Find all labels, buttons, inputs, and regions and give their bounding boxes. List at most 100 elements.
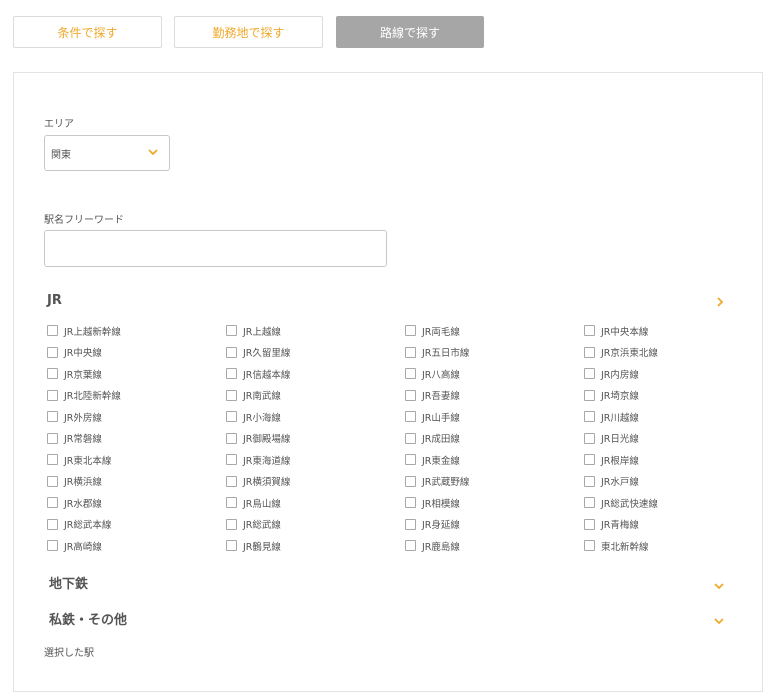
line-checkbox-item[interactable]: JR北陸新幹線 xyxy=(47,385,226,407)
chevron-right-icon[interactable] xyxy=(714,296,726,308)
line-checkbox-item[interactable]: JR五日市線 xyxy=(405,342,584,364)
area-select[interactable]: 関東 xyxy=(44,135,170,171)
checkbox[interactable] xyxy=(584,389,595,401)
checkbox[interactable] xyxy=(226,518,237,530)
line-checkbox-item[interactable]: JR相模線 xyxy=(405,492,584,514)
line-checkbox-item[interactable]: JR中央本線 xyxy=(584,320,763,342)
checkbox[interactable] xyxy=(47,540,58,552)
checkbox[interactable] xyxy=(47,432,58,444)
line-checkbox-item[interactable]: JR高崎線 xyxy=(47,535,226,557)
checkbox[interactable] xyxy=(47,454,58,466)
line-checkbox-item[interactable]: JR総武線 xyxy=(226,514,405,536)
section-title-subway[interactable]: 地下鉄 xyxy=(49,573,88,592)
checkbox[interactable] xyxy=(405,475,416,487)
checkbox[interactable] xyxy=(405,411,416,423)
line-checkbox-item[interactable]: JR日光線 xyxy=(584,428,763,450)
line-checkbox-item[interactable]: JR成田線 xyxy=(405,428,584,450)
line-checkbox-item[interactable]: JR南武線 xyxy=(226,385,405,407)
line-checkbox-item[interactable]: 東北新幹線 xyxy=(584,535,763,557)
checkbox[interactable] xyxy=(226,540,237,552)
line-checkbox-item[interactable]: JR横須賀線 xyxy=(226,471,405,493)
checkbox[interactable] xyxy=(584,475,595,487)
checkbox[interactable] xyxy=(226,325,237,337)
checkbox[interactable] xyxy=(226,497,237,509)
line-checkbox-item[interactable]: JR京葉線 xyxy=(47,363,226,385)
line-name: JR御殿場線 xyxy=(243,434,291,446)
station-freeword-input[interactable] xyxy=(44,230,387,267)
checkbox[interactable] xyxy=(47,389,58,401)
checkbox[interactable] xyxy=(584,346,595,358)
checkbox[interactable] xyxy=(405,518,416,530)
line-checkbox-item[interactable]: JR武蔵野線 xyxy=(405,471,584,493)
line-checkbox-item[interactable]: JR上越新幹線 xyxy=(47,320,226,342)
checkbox[interactable] xyxy=(226,475,237,487)
line-checkbox-item[interactable]: JR東金線 xyxy=(405,449,584,471)
line-checkbox-item[interactable]: JR鶴見線 xyxy=(226,535,405,557)
line-checkbox-item[interactable]: JR上越線 xyxy=(226,320,405,342)
checkbox[interactable] xyxy=(584,497,595,509)
line-checkbox-item[interactable]: JR八高線 xyxy=(405,363,584,385)
line-checkbox-item[interactable]: JR横浜線 xyxy=(47,471,226,493)
checkbox[interactable] xyxy=(584,411,595,423)
line-checkbox-item[interactable]: JR総武本線 xyxy=(47,514,226,536)
checkbox[interactable] xyxy=(405,432,416,444)
checkbox[interactable] xyxy=(226,346,237,358)
line-checkbox-item[interactable]: JR身延線 xyxy=(405,514,584,536)
tab-search-by-line[interactable]: 路線で探す xyxy=(336,16,484,48)
checkbox[interactable] xyxy=(405,368,416,380)
line-checkbox-item[interactable]: JR川越線 xyxy=(584,406,763,428)
line-checkbox-item[interactable]: JR烏山線 xyxy=(226,492,405,514)
checkbox[interactable] xyxy=(226,454,237,466)
line-checkbox-item[interactable]: JR内房線 xyxy=(584,363,763,385)
line-checkbox-item[interactable]: JR青梅線 xyxy=(584,514,763,536)
line-checkbox-item[interactable]: JR根岸線 xyxy=(584,449,763,471)
checkbox[interactable] xyxy=(405,540,416,552)
checkbox[interactable] xyxy=(405,389,416,401)
line-checkbox-item[interactable]: JR小海線 xyxy=(226,406,405,428)
line-checkbox-item[interactable]: JR東北本線 xyxy=(47,449,226,471)
checkbox[interactable] xyxy=(47,368,58,380)
line-checkbox-item[interactable]: JR常磐線 xyxy=(47,428,226,450)
line-checkbox-item[interactable]: JR水郡線 xyxy=(47,492,226,514)
checkbox[interactable] xyxy=(47,411,58,423)
checkbox[interactable] xyxy=(584,368,595,380)
line-checkbox-item[interactable]: JR久留里線 xyxy=(226,342,405,364)
line-checkbox-item[interactable]: JR吾妻線 xyxy=(405,385,584,407)
line-checkbox-item[interactable]: JR両毛線 xyxy=(405,320,584,342)
checkbox[interactable] xyxy=(47,497,58,509)
tab-search-by-location[interactable]: 勤務地で探す xyxy=(174,16,323,48)
checkbox[interactable] xyxy=(405,325,416,337)
tab-search-by-conditions[interactable]: 条件で探す xyxy=(13,16,162,48)
line-checkbox-item[interactable]: JR御殿場線 xyxy=(226,428,405,450)
checkbox[interactable] xyxy=(405,346,416,358)
line-checkbox-item[interactable]: JR中央線 xyxy=(47,342,226,364)
checkbox[interactable] xyxy=(47,325,58,337)
line-checkbox-item[interactable]: JR信越本線 xyxy=(226,363,405,385)
checkbox[interactable] xyxy=(405,497,416,509)
line-checkbox-item[interactable]: JR東海道線 xyxy=(226,449,405,471)
checkbox[interactable] xyxy=(405,454,416,466)
checkbox[interactable] xyxy=(584,454,595,466)
checkbox[interactable] xyxy=(47,346,58,358)
line-checkbox-item[interactable]: JR外房線 xyxy=(47,406,226,428)
checkbox[interactable] xyxy=(226,411,237,423)
line-checkbox-item[interactable]: JR鹿島線 xyxy=(405,535,584,557)
checkbox[interactable] xyxy=(226,389,237,401)
checkbox[interactable] xyxy=(584,518,595,530)
line-checkbox-item[interactable]: JR京浜東北線 xyxy=(584,342,763,364)
line-checkbox-item[interactable]: JR山手線 xyxy=(405,406,584,428)
line-checkbox-item[interactable]: JR総武快速線 xyxy=(584,492,763,514)
checkbox[interactable] xyxy=(584,540,595,552)
checkbox[interactable] xyxy=(584,432,595,444)
chevron-down-icon[interactable] xyxy=(713,615,725,627)
line-name: JR横須賀線 xyxy=(243,477,291,489)
section-title-private-railways[interactable]: 私鉄・その他 xyxy=(49,609,127,628)
checkbox[interactable] xyxy=(584,325,595,337)
checkbox[interactable] xyxy=(226,432,237,444)
checkbox[interactable] xyxy=(226,368,237,380)
chevron-down-icon[interactable] xyxy=(713,580,725,592)
line-checkbox-item[interactable]: JR水戸線 xyxy=(584,471,763,493)
line-checkbox-item[interactable]: JR埼京線 xyxy=(584,385,763,407)
checkbox[interactable] xyxy=(47,518,58,530)
checkbox[interactable] xyxy=(47,475,58,487)
